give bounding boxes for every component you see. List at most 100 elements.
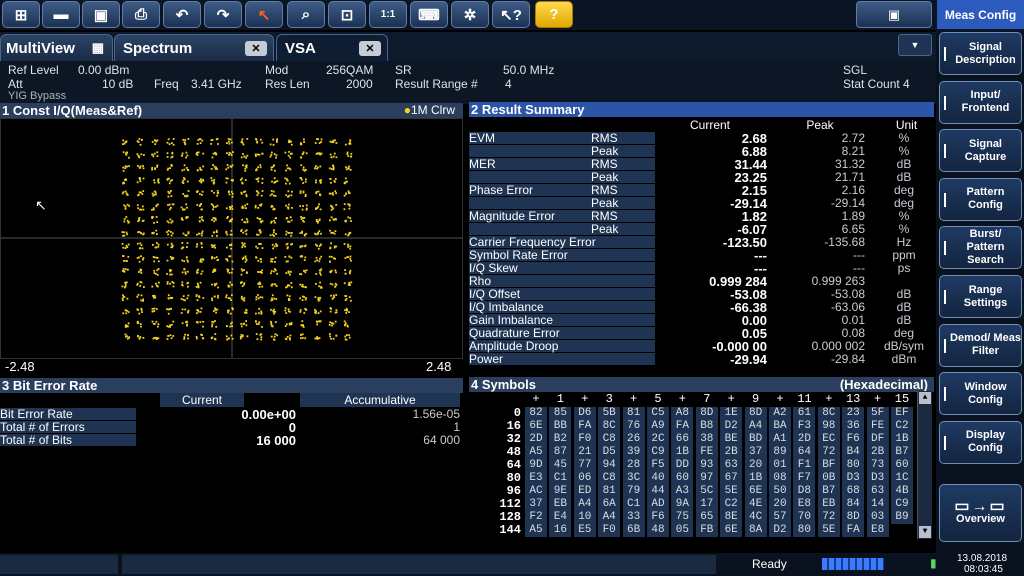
tab-multiview[interactable]: MultiView ▦	[0, 34, 113, 61]
symbol-value: FA	[671, 420, 694, 433]
softkey-window-config[interactable]: Window Config	[939, 372, 1022, 416]
constellation-point	[275, 156, 277, 159]
symbol-value: FE	[695, 446, 718, 459]
overview-button[interactable]: ▭→▭ Overview	[939, 484, 1022, 542]
const-panel-header[interactable]: 1 Const I/Q(Meas&Ref) ●1M Clrw	[0, 103, 463, 118]
symbols-row: 48 A5 87 21 D5 39 C9 1B FE 2B 37 89 64 72 B4 2B B7	[469, 446, 917, 459]
constellation-point	[197, 139, 200, 141]
tab-spectrum[interactable]: Spectrum ✕	[114, 34, 274, 61]
help-pointer-icon[interactable]: ↖?	[492, 1, 530, 28]
constellation-point	[197, 284, 200, 287]
constellation-point	[154, 139, 156, 142]
constellation-point	[126, 297, 129, 300]
constellation-point	[183, 336, 186, 338]
symbol-value: E8	[866, 524, 889, 537]
zoom-icon[interactable]: ⌕	[287, 1, 325, 28]
status-field	[0, 555, 118, 574]
att-value: 10 dB	[102, 77, 134, 91]
pointer-icon[interactable]: ↖	[245, 1, 283, 28]
constellation-point	[243, 297, 246, 299]
constellation-point	[285, 182, 287, 185]
symbol-value: B2	[549, 433, 572, 446]
camera-icon[interactable]: ▣	[856, 1, 932, 28]
constellation-point	[154, 191, 157, 194]
ber-panel-header[interactable]: 3 Bit Error Rate	[0, 378, 463, 393]
softkey-input-frontend[interactable]: Input/ Frontend	[939, 80, 1022, 124]
symbol-value: 6B	[622, 524, 645, 537]
constellation-point	[155, 284, 158, 287]
symbol-value: C8	[598, 472, 621, 485]
constellation-point	[231, 337, 234, 340]
constellation-point	[230, 334, 233, 337]
constellation-point	[231, 141, 233, 144]
constellation-point	[200, 307, 203, 310]
constellation-point	[126, 193, 129, 196]
rs-row-label: Amplitude Droop	[469, 340, 655, 353]
constellation-point	[245, 164, 248, 167]
print-icon[interactable]: ⎙	[122, 1, 160, 28]
constellation-point	[318, 230, 321, 232]
constellation-point	[330, 205, 333, 208]
symbols-header[interactable]: 4 Symbols (Hexadecimal)	[469, 377, 934, 392]
constellation-point	[123, 220, 126, 223]
meas-config-button[interactable]: Meas Config	[937, 0, 1024, 29]
constellation-point	[216, 204, 219, 207]
symbols-col-header: 3	[605, 392, 613, 406]
softkey-signal-capture[interactable]: Signal Capture	[939, 129, 1022, 173]
windows-icon[interactable]: ⊞	[2, 1, 40, 28]
tab-vsa[interactable]: VSA ✕	[276, 34, 388, 61]
undo-icon[interactable]: ↶	[163, 1, 201, 28]
constellation-point	[303, 296, 306, 298]
constellation-point	[315, 207, 317, 210]
zoom-1to1-icon[interactable]: 1:1	[369, 1, 407, 28]
constellation-point	[240, 281, 243, 284]
constellation-point	[171, 220, 174, 222]
redo-icon[interactable]: ↷	[204, 1, 242, 28]
softkey-pattern-config[interactable]: Pattern Config	[939, 177, 1022, 221]
constellation-point	[347, 243, 350, 246]
result-summary-header[interactable]: 2 Result Summary	[469, 102, 934, 117]
constellation-point	[212, 217, 215, 219]
constellation-point	[141, 311, 143, 313]
help-icon[interactable]: ?	[535, 1, 573, 28]
constellation-plot[interactable]: ↖	[0, 118, 463, 359]
symbol-value: 60	[671, 472, 694, 485]
save-icon[interactable]: ▣	[82, 1, 120, 28]
constellation-point	[137, 231, 139, 234]
constellation-point	[315, 283, 317, 285]
constellation-point	[255, 256, 258, 259]
softkey-burst-pattern-search[interactable]: Burst/ Pattern Search	[939, 226, 1022, 270]
constellation-point	[137, 193, 140, 196]
keyboard-icon[interactable]: ⌨	[410, 1, 448, 28]
softkey-display-config[interactable]: Display Config	[939, 420, 1022, 464]
scroll-up-icon[interactable]: ▲	[919, 392, 931, 404]
constellation-point	[284, 309, 287, 312]
symbols-scrollbar[interactable]: ▲ ▼	[917, 391, 932, 539]
close-icon[interactable]: ✕	[359, 41, 381, 56]
network-icon[interactable]: ✲	[451, 1, 489, 28]
scroll-down-icon[interactable]: ▼	[919, 526, 931, 538]
trace-label: 1M Clrw	[411, 103, 455, 117]
constellation-point	[273, 229, 275, 232]
softkey-demod-meas-filter[interactable]: Demod/ Meas Filter	[939, 323, 1022, 367]
softkey-arrow-icon	[944, 387, 951, 402]
constellation-point	[257, 234, 260, 236]
open-icon[interactable]: ▬	[42, 1, 80, 28]
constellation-point	[256, 194, 259, 196]
multi-zoom-icon[interactable]: ⊡	[328, 1, 366, 28]
constellation-point	[320, 268, 323, 271]
constellation-point	[210, 244, 213, 246]
constellation-point	[331, 283, 334, 286]
constellation-point	[140, 272, 143, 274]
constellation-point	[246, 220, 249, 222]
chevron-down-icon[interactable]: ▼	[898, 34, 932, 56]
softkey-range-settings[interactable]: Range Settings	[939, 275, 1022, 318]
constellation-point	[225, 294, 228, 297]
constellation-point	[320, 138, 323, 141]
constellation-point	[254, 153, 257, 156]
close-icon[interactable]: ✕	[245, 41, 267, 56]
symbol-value: A2	[769, 407, 791, 420]
constellation-point	[332, 155, 335, 158]
constellation-point	[284, 177, 287, 180]
softkey-signal-description[interactable]: Signal Description	[939, 32, 1022, 75]
